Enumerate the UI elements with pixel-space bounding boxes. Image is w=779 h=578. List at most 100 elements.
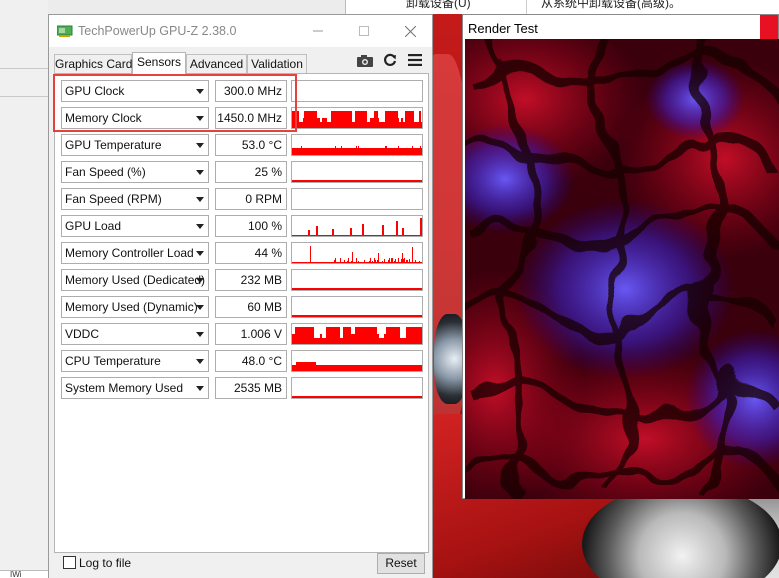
sensor-name-dropdown[interactable]: GPU Load — [61, 215, 209, 237]
sensor-graph-plot — [292, 180, 422, 182]
background-menu-uninstall[interactable]: 卸载设备(U) — [406, 0, 471, 11]
sensor-name-dropdown[interactable]: GPU Temperature — [61, 134, 209, 156]
sensor-name-label: Fan Speed (RPM) — [65, 192, 162, 206]
tab-graphics-card[interactable]: Graphics Card — [54, 54, 132, 74]
tab-sensors[interactable]: Sensors — [132, 52, 186, 75]
background-window-top: 卸载设备(U) 从系统中卸载设备(高级)。 — [345, 0, 779, 14]
sensor-value-field: 44 % — [215, 242, 287, 264]
sensor-graph-plot — [292, 362, 422, 371]
render-test-titlebar[interactable]: Render Test — [463, 15, 778, 39]
sensor-graph[interactable] — [291, 350, 423, 372]
maximize-button[interactable] — [341, 15, 387, 47]
menu-button[interactable] — [406, 51, 424, 69]
render-test-window[interactable]: Render Test — [462, 14, 779, 499]
hamburger-menu-icon — [408, 54, 422, 66]
sensor-name-label: Fan Speed (%) — [65, 165, 146, 179]
sensor-name-label: Memory Controller Load — [65, 246, 194, 260]
refresh-button[interactable] — [381, 51, 399, 69]
sensor-value-text: 44 % — [254, 246, 282, 260]
sensor-name-dropdown[interactable]: Memory Controller Load — [61, 242, 209, 264]
sensor-name-dropdown[interactable]: System Memory Used — [61, 377, 209, 399]
screenshot-button[interactable] — [356, 51, 374, 69]
sensor-value-text: 48.0 °C — [241, 354, 282, 368]
sensors-panel: GPU Clock 300.0 MHz Memory Clock 1450.0 … — [54, 73, 429, 553]
sensor-value-text: 232 MB — [240, 273, 282, 287]
sensor-value-field: 100 % — [215, 215, 287, 237]
dropdown-arrow-icon — [196, 197, 204, 202]
render-close-button[interactable] — [760, 15, 778, 39]
sensor-value-field: 48.0 °C — [215, 350, 287, 372]
gpuz-titlebar[interactable]: TechPowerUp GPU-Z 2.38.0 — [49, 15, 432, 47]
sensor-value-text: 60 MB — [247, 300, 282, 314]
sensor-name-label: Memory Used (Dedicated) — [65, 273, 206, 287]
close-button[interactable] — [387, 15, 433, 47]
annotation-highlight-box — [53, 74, 297, 132]
sensor-graph-plot — [292, 81, 422, 101]
log-to-file-checkbox[interactable] — [63, 556, 76, 569]
sensor-graph[interactable] — [291, 107, 423, 129]
sensor-graph[interactable] — [291, 80, 423, 102]
sensor-name-label: VDDC — [65, 327, 100, 341]
sensor-graph-plot — [292, 246, 422, 263]
sensor-graph-plot — [292, 327, 422, 344]
sensor-row: Memory Controller Load 44 % — [55, 242, 430, 264]
dropdown-arrow-icon — [196, 170, 204, 175]
background-menu-description: 从系统中卸载设备(高级)。 — [541, 0, 681, 10]
reset-button[interactable]: Reset — [377, 553, 425, 574]
sensor-value-text: 2535 MB — [233, 381, 282, 395]
sensor-value-field: 1.006 V — [215, 323, 287, 345]
sensor-value-field: 0 RPM — [215, 188, 287, 210]
sensor-graph[interactable] — [291, 161, 423, 183]
sensor-name-label: GPU Load — [65, 219, 122, 233]
tab-validation[interactable]: Validation — [247, 54, 307, 74]
sensor-name-dropdown[interactable]: Memory Used (Dynamic) — [61, 296, 209, 318]
sensor-graph[interactable] — [291, 134, 423, 156]
sensor-value-field: 25 % — [215, 161, 287, 183]
sensor-value-text: 1.006 V — [240, 327, 282, 341]
sensor-graph-plot — [292, 189, 422, 209]
dropdown-arrow-icon — [196, 251, 204, 256]
tab-advanced[interactable]: Advanced — [186, 54, 247, 74]
dropdown-arrow-icon — [196, 359, 204, 364]
sensor-graph[interactable] — [291, 323, 423, 345]
divider — [0, 68, 48, 69]
sensor-graph[interactable] — [291, 296, 423, 318]
minimize-button[interactable] — [295, 15, 341, 47]
sensor-name-dropdown[interactable]: VDDC — [61, 323, 209, 345]
sensor-graph-plot — [292, 315, 422, 317]
sensor-graph[interactable] — [291, 377, 423, 399]
sensor-row: System Memory Used 2535 MB — [55, 377, 430, 399]
dropdown-arrow-icon — [196, 332, 204, 337]
sensor-row: Fan Speed (%) 25 % — [55, 161, 430, 183]
sensor-row: CPU Temperature 48.0 °C — [55, 350, 430, 372]
render-test-title: Render Test — [468, 21, 538, 36]
sensor-name-dropdown[interactable]: Fan Speed (%) — [61, 161, 209, 183]
sensor-value-field: 60 MB — [215, 296, 287, 318]
sensor-value-field: 53.0 °C — [215, 134, 287, 156]
sensor-graph[interactable] — [291, 269, 423, 291]
sensor-graph[interactable] — [291, 242, 423, 264]
sensor-name-dropdown[interactable]: Fan Speed (RPM) — [61, 188, 209, 210]
camera-icon — [357, 54, 373, 67]
sensor-row: Memory Used (Dynamic) 60 MB — [55, 296, 430, 318]
sensor-graph[interactable] — [291, 215, 423, 237]
refresh-icon — [384, 53, 397, 66]
gpu-card-icon — [57, 25, 73, 37]
background-window-left — [0, 0, 48, 578]
log-to-file-label[interactable]: Log to file — [79, 556, 131, 570]
sensor-value-field: 232 MB — [215, 269, 287, 291]
sensor-graph-plot — [292, 111, 422, 128]
dropdown-arrow-icon — [196, 143, 204, 148]
sensor-name-label: CPU Temperature — [65, 354, 161, 368]
sensor-name-label: GPU Temperature — [65, 138, 162, 152]
sensor-row: Fan Speed (RPM) 0 RPM — [55, 188, 430, 210]
sensor-name-dropdown[interactable]: CPU Temperature — [61, 350, 209, 372]
sensor-value-text: 0 RPM — [245, 192, 282, 206]
maximize-icon — [359, 26, 369, 36]
divider — [0, 96, 48, 97]
dropdown-arrow-icon — [196, 224, 204, 229]
sensor-name-dropdown[interactable]: Memory Used (Dedicated) — [61, 269, 209, 291]
dropdown-arrow-icon — [196, 305, 204, 310]
sensor-graph[interactable] — [291, 188, 423, 210]
sensor-row: GPU Load 100 % — [55, 215, 430, 237]
